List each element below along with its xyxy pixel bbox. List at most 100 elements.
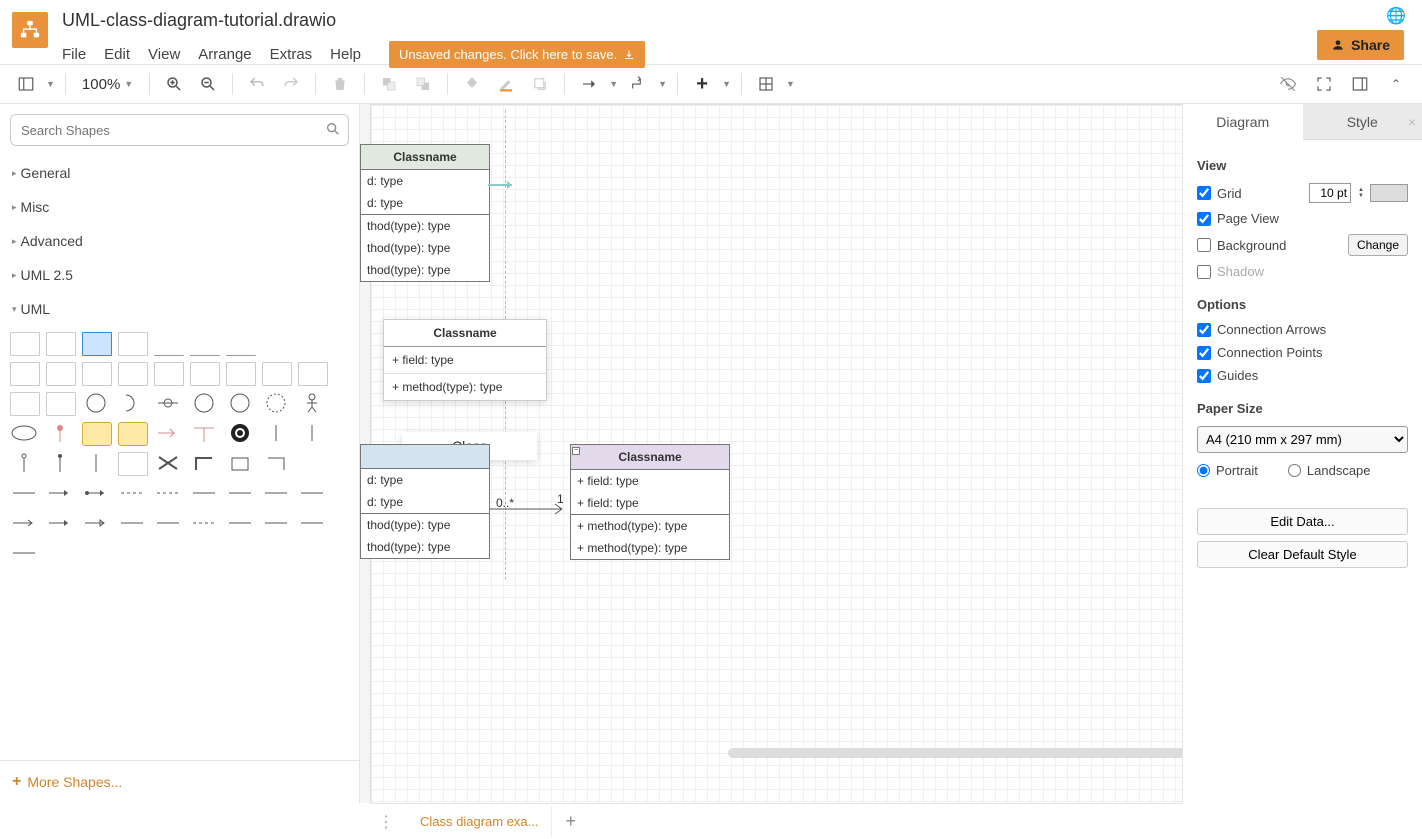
portrait-radio[interactable] [1197, 464, 1210, 477]
shape-thumb[interactable] [154, 392, 184, 416]
line-color-button[interactable] [492, 70, 520, 98]
shape-thumb[interactable] [262, 512, 292, 536]
class-field[interactable]: d: type [361, 192, 489, 214]
landscape-radio[interactable] [1288, 464, 1301, 477]
to-front-button[interactable] [375, 70, 403, 98]
shape-thumb[interactable] [82, 452, 112, 476]
shape-thumb[interactable] [190, 332, 220, 356]
shape-thumb[interactable] [82, 482, 112, 506]
shape-thumb[interactable] [154, 422, 184, 446]
shape-thumb[interactable] [118, 392, 148, 416]
waypoint-button[interactable] [624, 70, 652, 98]
shape-thumb[interactable] [46, 422, 76, 446]
canvas[interactable]: Classname d: type d: type thod(type): ty… [360, 104, 1182, 803]
collapse-icon[interactable]: ⌃ [1382, 70, 1410, 98]
class-method[interactable]: + method(type): type [571, 514, 729, 537]
conn-arrows-checkbox[interactable] [1197, 323, 1211, 337]
shadow-button[interactable] [526, 70, 554, 98]
background-checkbox[interactable] [1197, 238, 1211, 252]
class-field[interactable]: + field: type [571, 470, 729, 492]
sidebar-section-uml25[interactable]: UML 2.5 [0, 258, 359, 292]
shape-thumb[interactable] [226, 332, 256, 356]
uml-class-shape[interactable]: Classname + field: type + field: type + … [570, 444, 730, 560]
unsaved-banner[interactable]: Unsaved changes. Click here to save. [389, 41, 645, 68]
shape-thumb[interactable] [154, 512, 184, 536]
zoom-in-button[interactable] [160, 70, 188, 98]
shape-thumb[interactable] [118, 482, 148, 506]
shape-thumb[interactable] [190, 512, 220, 536]
connection-button[interactable] [575, 70, 603, 98]
grid-color-swatch[interactable] [1370, 184, 1408, 202]
shape-thumb[interactable] [190, 452, 220, 476]
sidebar-section-advanced[interactable]: Advanced [0, 224, 359, 258]
shape-thumb[interactable] [82, 422, 112, 446]
shadow-checkbox[interactable] [1197, 265, 1211, 279]
page-tab-menu-icon[interactable]: ⋮ [370, 812, 402, 832]
grid-size-input[interactable] [1309, 183, 1351, 203]
search-icon[interactable] [325, 121, 341, 140]
class-method[interactable]: thod(type): type [361, 259, 489, 281]
menu-view[interactable]: View [148, 46, 180, 63]
uml-class-shape[interactable]: d: type d: type thod(type): type thod(ty… [360, 444, 490, 559]
collapse-handle-icon[interactable]: − [572, 447, 580, 455]
close-icon[interactable]: × [1408, 114, 1416, 130]
shape-thumb[interactable] [46, 452, 76, 476]
shape-thumb[interactable] [190, 362, 220, 386]
shape-thumb[interactable] [154, 332, 184, 356]
shape-thumb[interactable] [262, 392, 292, 416]
shape-thumb[interactable] [10, 482, 40, 506]
class-method[interactable]: thod(type): type [361, 513, 489, 536]
class-method[interactable]: thod(type): type [361, 237, 489, 259]
class-header[interactable]: Classname [361, 145, 489, 170]
shape-thumb[interactable] [82, 392, 112, 416]
guides-checkbox[interactable] [1197, 369, 1211, 383]
delete-button[interactable] [326, 70, 354, 98]
shape-thumb[interactable] [10, 422, 40, 446]
shape-thumb[interactable] [46, 332, 76, 356]
shape-thumb[interactable] [10, 362, 40, 386]
shape-thumb[interactable] [226, 362, 256, 386]
shape-thumb[interactable] [190, 482, 220, 506]
menu-arrange[interactable]: Arrange [198, 46, 251, 63]
fullscreen-icon[interactable] [1310, 70, 1338, 98]
shape-thumb[interactable] [10, 392, 40, 416]
redo-button[interactable] [277, 70, 305, 98]
shape-thumb[interactable] [226, 392, 256, 416]
hide-icon[interactable] [1274, 70, 1302, 98]
sidebar-toggle-button[interactable] [12, 70, 40, 98]
shape-thumb[interactable] [226, 422, 256, 446]
shape-thumb[interactable] [226, 452, 256, 476]
sidebar-section-uml[interactable]: UML [0, 292, 359, 326]
add-page-button[interactable]: + [558, 811, 585, 832]
sidebar-section-misc[interactable]: Misc [0, 190, 359, 224]
shape-thumb[interactable] [226, 482, 256, 506]
shape-thumb[interactable] [118, 512, 148, 536]
grid-checkbox[interactable] [1197, 186, 1211, 200]
to-back-button[interactable] [409, 70, 437, 98]
shape-thumb[interactable] [262, 422, 292, 446]
shape-thumb[interactable] [154, 362, 184, 386]
shape-thumb[interactable] [298, 362, 328, 386]
shape-thumb[interactable] [154, 482, 184, 506]
zoom-out-button[interactable] [194, 70, 222, 98]
shape-thumb[interactable] [46, 512, 76, 536]
change-button[interactable]: Change [1348, 234, 1408, 256]
horizontal-scrollbar[interactable] [728, 748, 1182, 758]
shape-thumb[interactable] [226, 512, 256, 536]
shape-thumb[interactable] [190, 422, 220, 446]
shape-thumb[interactable] [190, 392, 220, 416]
shape-thumb[interactable] [118, 422, 148, 446]
multiplicity-label[interactable]: 0..* [496, 496, 514, 510]
shape-thumb[interactable] [298, 332, 328, 356]
filename[interactable]: UML-class-diagram-tutorial.drawio [62, 10, 645, 31]
class-method[interactable]: thod(type): type [361, 214, 489, 237]
shape-thumb[interactable] [298, 512, 328, 536]
sidebar-section-general[interactable]: General [0, 156, 359, 190]
shape-thumb[interactable] [262, 362, 292, 386]
more-shapes-button[interactable]: + More Shapes... [0, 760, 359, 803]
shape-thumb[interactable] [46, 482, 76, 506]
class-field[interactable]: + field: type [571, 492, 729, 514]
menu-help[interactable]: Help [330, 46, 361, 63]
shape-thumb[interactable] [154, 452, 184, 476]
shape-thumb[interactable] [118, 332, 148, 356]
